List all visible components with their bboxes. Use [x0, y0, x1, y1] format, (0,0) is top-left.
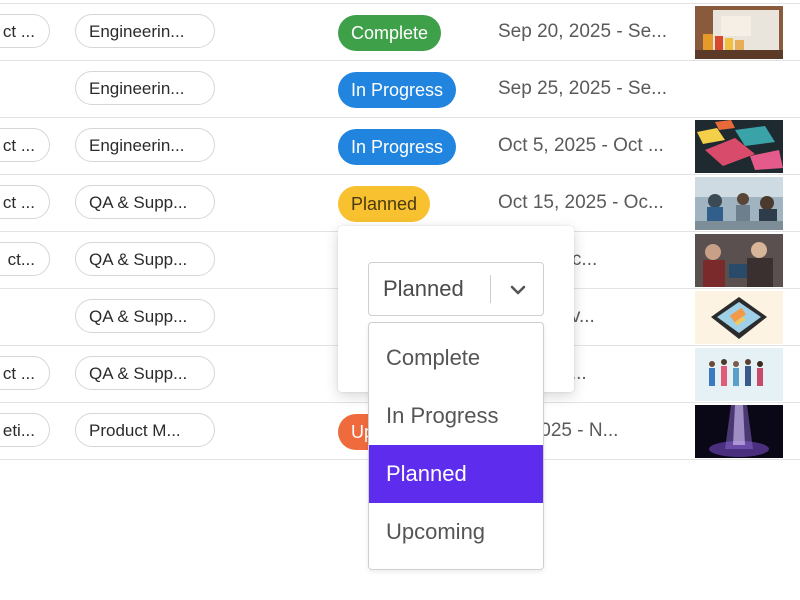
table-view: ct ... Engineerin... Complete Sep 20, 20…	[0, 0, 800, 600]
status-badge[interactable]: Planned	[338, 186, 431, 222]
status-select[interactable]: Planned	[368, 262, 544, 316]
category-pill[interactable]: ct ...	[0, 356, 50, 390]
status-dropdown-menu: Complete In Progress Planned Upcoming	[368, 322, 544, 570]
option-in-progress[interactable]: In Progress	[369, 387, 543, 445]
thumbnail-image	[695, 234, 783, 287]
table-row: ct ... Engineerin... Complete Sep 20, 20…	[0, 3, 800, 61]
thumbnail-image	[695, 348, 783, 401]
thumbnail-image	[695, 405, 783, 458]
team-pill[interactable]: Engineerin...	[75, 128, 215, 162]
team-pill[interactable]: QA & Supp...	[75, 185, 215, 219]
category-pill[interactable]: ct ...	[0, 185, 50, 219]
category-pill[interactable]: ct ...	[0, 128, 50, 162]
date-range: Oct 5, 2025 - Oct ...	[498, 135, 664, 156]
table-row: ct ... QA & Supp... Planned Oct 15, 2025…	[0, 175, 800, 232]
category-pill[interactable]: ct...	[0, 242, 50, 276]
team-pill[interactable]: Engineerin...	[75, 71, 215, 105]
date-range: Oct 15, 2025 - Oc...	[498, 192, 664, 213]
team-pill[interactable]: Engineerin...	[75, 14, 215, 48]
chevron-down-icon[interactable]	[507, 279, 529, 301]
status-badge[interactable]: Complete	[338, 15, 442, 51]
team-pill[interactable]: Product M...	[75, 413, 215, 447]
option-planned[interactable]: Planned	[369, 445, 543, 503]
date-range: Sep 20, 2025 - Se...	[498, 21, 668, 42]
status-badge[interactable]: In Progress	[338, 129, 457, 165]
thumbnail-image	[695, 6, 783, 59]
team-pill[interactable]: QA & Supp...	[75, 356, 215, 390]
category-pill[interactable]: eti...	[0, 413, 50, 447]
table-row: Engineerin... In Progress Sep 25, 2025 -…	[0, 61, 800, 118]
option-upcoming[interactable]: Upcoming	[369, 503, 543, 561]
select-value: Planned	[383, 276, 464, 301]
thumbnail-image	[695, 120, 783, 173]
category-pill[interactable]: ct ...	[0, 14, 50, 48]
team-pill[interactable]: QA & Supp...	[75, 299, 215, 333]
option-complete[interactable]: Complete	[369, 329, 543, 387]
select-separator	[490, 275, 491, 303]
status-badge[interactable]: In Progress	[338, 72, 457, 108]
team-pill[interactable]: QA & Supp...	[75, 242, 215, 276]
date-range: Sep 25, 2025 - Se...	[498, 78, 668, 99]
thumbnail-image	[695, 291, 783, 344]
table-row: ct ... Engineerin... In Progress Oct 5, …	[0, 118, 800, 175]
thumbnail-image	[695, 177, 783, 230]
